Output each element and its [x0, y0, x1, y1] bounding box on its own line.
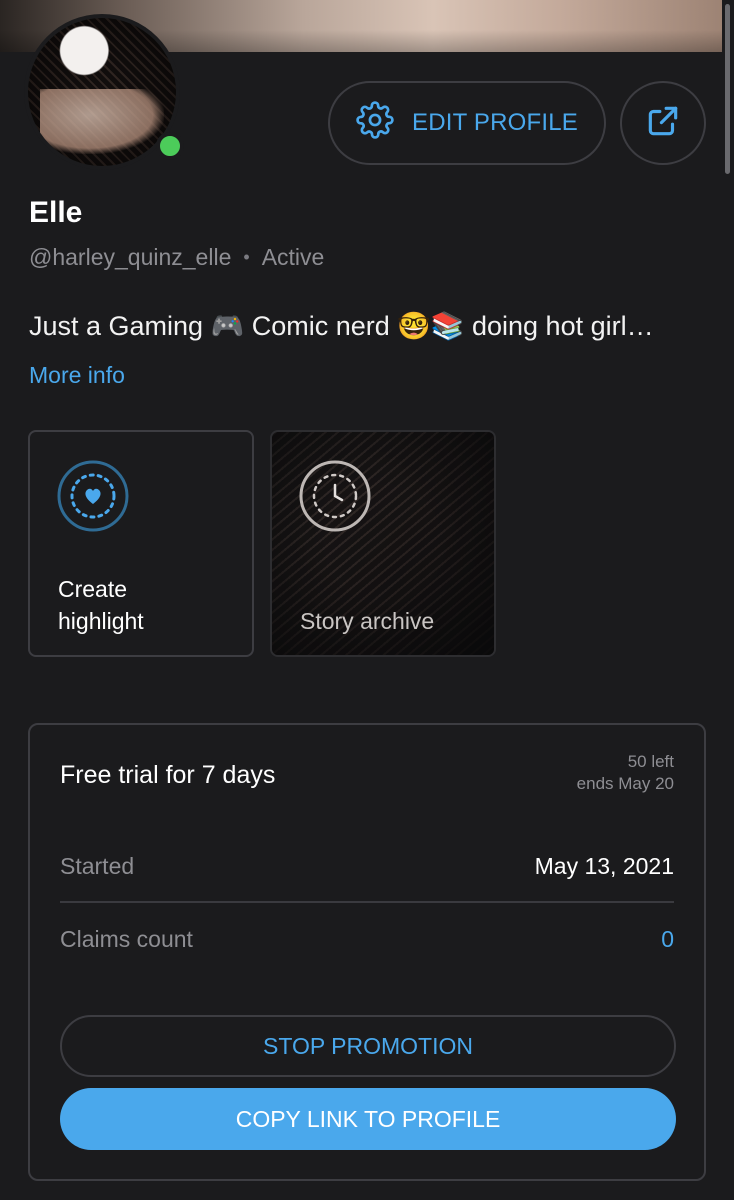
share-icon [644, 102, 682, 145]
more-info-link[interactable]: More info [29, 362, 125, 389]
separator-dot: • [243, 247, 250, 267]
profile-bio: Just a Gaming 🎮 Comic nerd 🤓📚 doing hot … [29, 311, 654, 341]
stop-promotion-button[interactable]: STOP PROMOTION [60, 1015, 676, 1077]
claims-count-link[interactable]: 0 [661, 926, 674, 953]
clock-ring-icon [298, 459, 372, 533]
copy-link-button[interactable]: COPY LINK TO PROFILE [60, 1088, 676, 1150]
story-archive-card[interactable]: Story archive [270, 430, 496, 657]
promotion-box: Free trial for 7 days 50 left ends May 2… [28, 723, 706, 1181]
promotion-ends: ends May 20 [576, 774, 674, 793]
claims-label: Claims count [60, 925, 193, 952]
profile-handle: @harley_quinz_elle [29, 244, 232, 270]
create-highlight-line2: highlight [58, 608, 144, 634]
started-label: Started [60, 852, 135, 879]
promotion-title: Free trial for 7 days [60, 761, 276, 789]
edit-profile-label: EDIT PROFILE [412, 109, 578, 136]
create-highlight-label: Create highlight [58, 573, 144, 637]
started-row: Started May 13, 2021 [60, 831, 674, 903]
promotion-remaining: 50 left [627, 752, 674, 771]
create-highlight-card[interactable]: Create highlight [28, 430, 254, 657]
create-highlight-line1: Create [58, 576, 128, 602]
profile-name: Elle [29, 196, 83, 229]
edit-profile-button[interactable]: EDIT PROFILE [328, 81, 606, 165]
scrollbar[interactable] [725, 4, 730, 174]
gear-icon [356, 100, 394, 146]
heart-ring-icon [56, 459, 130, 533]
promotion-meta: 50 left ends May 20 [577, 751, 674, 795]
story-archive-label: Story archive [300, 608, 435, 634]
claims-row: Claims count 0 [60, 903, 674, 975]
share-button[interactable] [620, 81, 706, 165]
avatar-image [28, 18, 176, 166]
profile-page: EDIT PROFILE Elle @harley_quinz_elle • A… [0, 0, 734, 1200]
online-status-dot [156, 132, 184, 160]
handle-row: @harley_quinz_elle • Active [29, 244, 324, 271]
started-value: May 13, 2021 [534, 852, 674, 879]
activity-status: Active [261, 244, 325, 270]
